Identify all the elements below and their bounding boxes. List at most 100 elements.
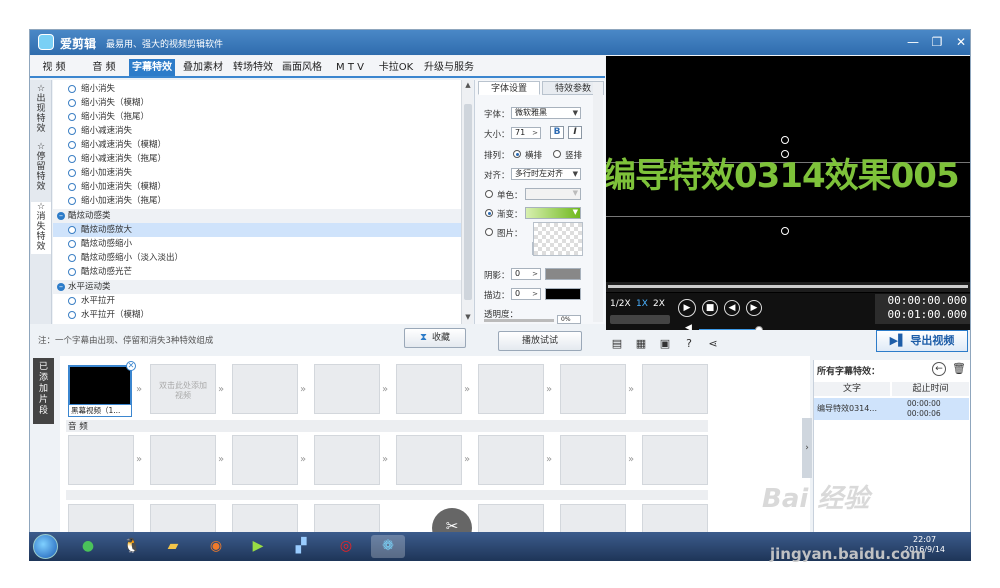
video-progress-bar[interactable] <box>606 282 970 292</box>
size-input[interactable]: 71 > <box>511 127 541 139</box>
collapse-panel-handle[interactable]: › <box>802 418 812 478</box>
scroll-thumb[interactable] <box>464 104 472 300</box>
empty-video-slot[interactable] <box>560 364 626 414</box>
save-icon[interactable]: ▣ <box>658 337 672 351</box>
list-item[interactable]: 酷炫动感光芒 <box>53 265 461 279</box>
list-item[interactable]: 缩小消失 <box>53 82 461 96</box>
table-row[interactable]: 编导特效0314... 00:00:00 00:00:06 <box>814 398 969 420</box>
list-item[interactable]: 酷炫动感缩小（淡入淡出） <box>53 251 461 265</box>
help-icon[interactable]: ? <box>682 337 696 351</box>
list-item[interactable]: 缩小减速消失 <box>53 124 461 138</box>
speed-2x[interactable]: 2X <box>653 299 665 309</box>
tab-transitions[interactable]: 转场特效 <box>230 59 276 76</box>
empty-audio-slot[interactable] <box>478 435 544 485</box>
minimize-button[interactable]: — <box>904 34 922 50</box>
bold-button[interactable]: B <box>550 126 564 139</box>
align-select[interactable]: 多行时左对齐 ▼ <box>511 168 581 180</box>
subtitle-caption[interactable]: 编导特效0314效果005 <box>606 148 960 197</box>
next-frame-icon[interactable]: ▶ <box>746 300 762 316</box>
category-horizontal-motion[interactable]: – 水平运动类 <box>53 280 461 294</box>
stroke-input[interactable]: 0 > <box>511 288 541 300</box>
list-item-selected[interactable]: 酷炫动感放大 <box>53 223 461 237</box>
list-item[interactable]: 缩小加速消失 <box>53 166 461 180</box>
collect-button[interactable]: ⧗ 收藏 <box>404 328 466 348</box>
solid-color-radio[interactable] <box>485 190 493 198</box>
tab-subtitle-effects[interactable]: 字幕特效 <box>129 59 175 76</box>
speed-1x[interactable]: 1X <box>636 299 648 309</box>
stop-icon[interactable]: ■ <box>702 300 718 316</box>
firefox-icon[interactable]: ◉ <box>199 535 233 558</box>
aijianji-taskbar-icon[interactable]: ❁ <box>371 535 405 558</box>
tab-audio[interactable]: 音 频 <box>84 59 124 76</box>
qq-icon[interactable]: 🐧 <box>115 535 149 558</box>
record-app-icon[interactable]: ◎ <box>329 535 363 558</box>
gradient-radio[interactable] <box>485 209 493 217</box>
close-button[interactable]: ✕ <box>952 34 970 50</box>
empty-audio-slot[interactable] <box>68 435 134 485</box>
new-project-icon[interactable]: ▤ <box>610 337 624 351</box>
frame-step-slider[interactable] <box>610 315 670 324</box>
vertical-radio[interactable] <box>553 150 561 158</box>
vtab-appear[interactable]: ☆ 出现特效 <box>31 84 51 134</box>
italic-button[interactable]: I <box>568 126 582 139</box>
horizontal-radio[interactable] <box>513 150 521 158</box>
empty-video-slot[interactable]: 双击此处添加视频 <box>150 364 216 414</box>
vtab-disappear[interactable]: ☆ 消失特效 <box>31 202 51 254</box>
taskbar-app-icon[interactable]: ● <box>71 535 105 558</box>
settings-scrollbar[interactable] <box>593 82 603 322</box>
empty-audio-slot[interactable] <box>232 435 298 485</box>
effect-list-scrollbar[interactable]: ▲ ▼ <box>461 80 473 324</box>
empty-video-slot[interactable] <box>232 364 298 414</box>
tab-overlay-materials[interactable]: 叠加素材 <box>180 59 226 76</box>
tab-mtv[interactable]: M T V <box>330 59 370 76</box>
tab-karaoke[interactable]: 卡拉OK <box>376 59 416 76</box>
solid-color-picker[interactable]: ▼ <box>525 188 581 200</box>
open-folder-icon[interactable]: ▦ <box>634 337 648 351</box>
media-app-icon[interactable]: ▶ <box>241 535 275 558</box>
list-item[interactable]: 缩小减速消失（拖尾） <box>53 152 461 166</box>
start-button[interactable] <box>33 534 58 559</box>
share-icon[interactable]: ⋖ <box>706 337 720 351</box>
gradient-color-picker[interactable]: ▼ <box>525 207 581 219</box>
list-item[interactable]: 水平拉开 <box>53 294 461 308</box>
list-item[interactable]: 水平拉开（模糊） <box>53 308 461 322</box>
undo-icon[interactable]: ← <box>932 362 946 376</box>
category-cool-dynamic[interactable]: – 酷炫动感类 <box>53 209 461 223</box>
resize-handle-bottom[interactable] <box>781 227 789 235</box>
speed-half[interactable]: 1/2X <box>610 299 631 309</box>
list-item[interactable]: 缩小加速消失（模糊） <box>53 180 461 194</box>
folder-icon[interactable]: ▰ <box>156 535 190 558</box>
empty-audio-slot[interactable] <box>396 435 462 485</box>
list-item[interactable]: 缩小消失（模糊） <box>53 96 461 110</box>
stroke-color-picker[interactable] <box>545 288 581 300</box>
tab-video[interactable]: 视 频 <box>36 59 72 76</box>
tab-upgrade-service[interactable]: 升级与服务 <box>421 59 477 76</box>
empty-video-slot[interactable] <box>396 364 462 414</box>
scroll-up-icon[interactable]: ▲ <box>463 81 473 91</box>
empty-audio-slot[interactable] <box>642 435 708 485</box>
play-preview-button[interactable]: 播放试试 <box>498 331 582 351</box>
tab-styles[interactable]: 画面风格 <box>279 59 325 76</box>
empty-audio-slot[interactable] <box>314 435 380 485</box>
empty-audio-slot[interactable] <box>150 435 216 485</box>
prev-frame-icon[interactable]: ◀ <box>724 300 740 316</box>
restore-button[interactable]: ❐ <box>928 34 946 50</box>
opacity-slider[interactable] <box>484 319 554 322</box>
list-item[interactable]: 缩小加速消失（拖尾） <box>53 194 461 208</box>
trash-icon[interactable]: 🗑 <box>952 362 966 375</box>
tab-font-settings[interactable]: 字体设置 <box>478 81 540 95</box>
empty-video-slot[interactable] <box>314 364 380 414</box>
play-icon[interactable]: ▶ <box>678 299 696 317</box>
vtab-stay[interactable]: ☆ 停留特效 <box>31 142 51 194</box>
empty-video-slot[interactable] <box>478 364 544 414</box>
opacity-value[interactable]: 0% <box>557 315 581 324</box>
resize-handle-top[interactable] <box>781 136 789 144</box>
remove-clip-icon[interactable]: ✕ <box>126 361 136 371</box>
added-clips-tab[interactable]: 已添加片段 <box>33 358 54 424</box>
list-item[interactable]: 缩小减速消失（模糊） <box>53 138 461 152</box>
list-item[interactable]: 酷炫动感缩小 <box>53 237 461 251</box>
list-item[interactable]: 缩小消失（拖尾） <box>53 110 461 124</box>
notes-app-icon[interactable]: ▞ <box>284 535 318 558</box>
image-radio[interactable] <box>485 228 493 236</box>
export-video-button[interactable]: ▶▌ 导出视频 <box>876 330 968 352</box>
